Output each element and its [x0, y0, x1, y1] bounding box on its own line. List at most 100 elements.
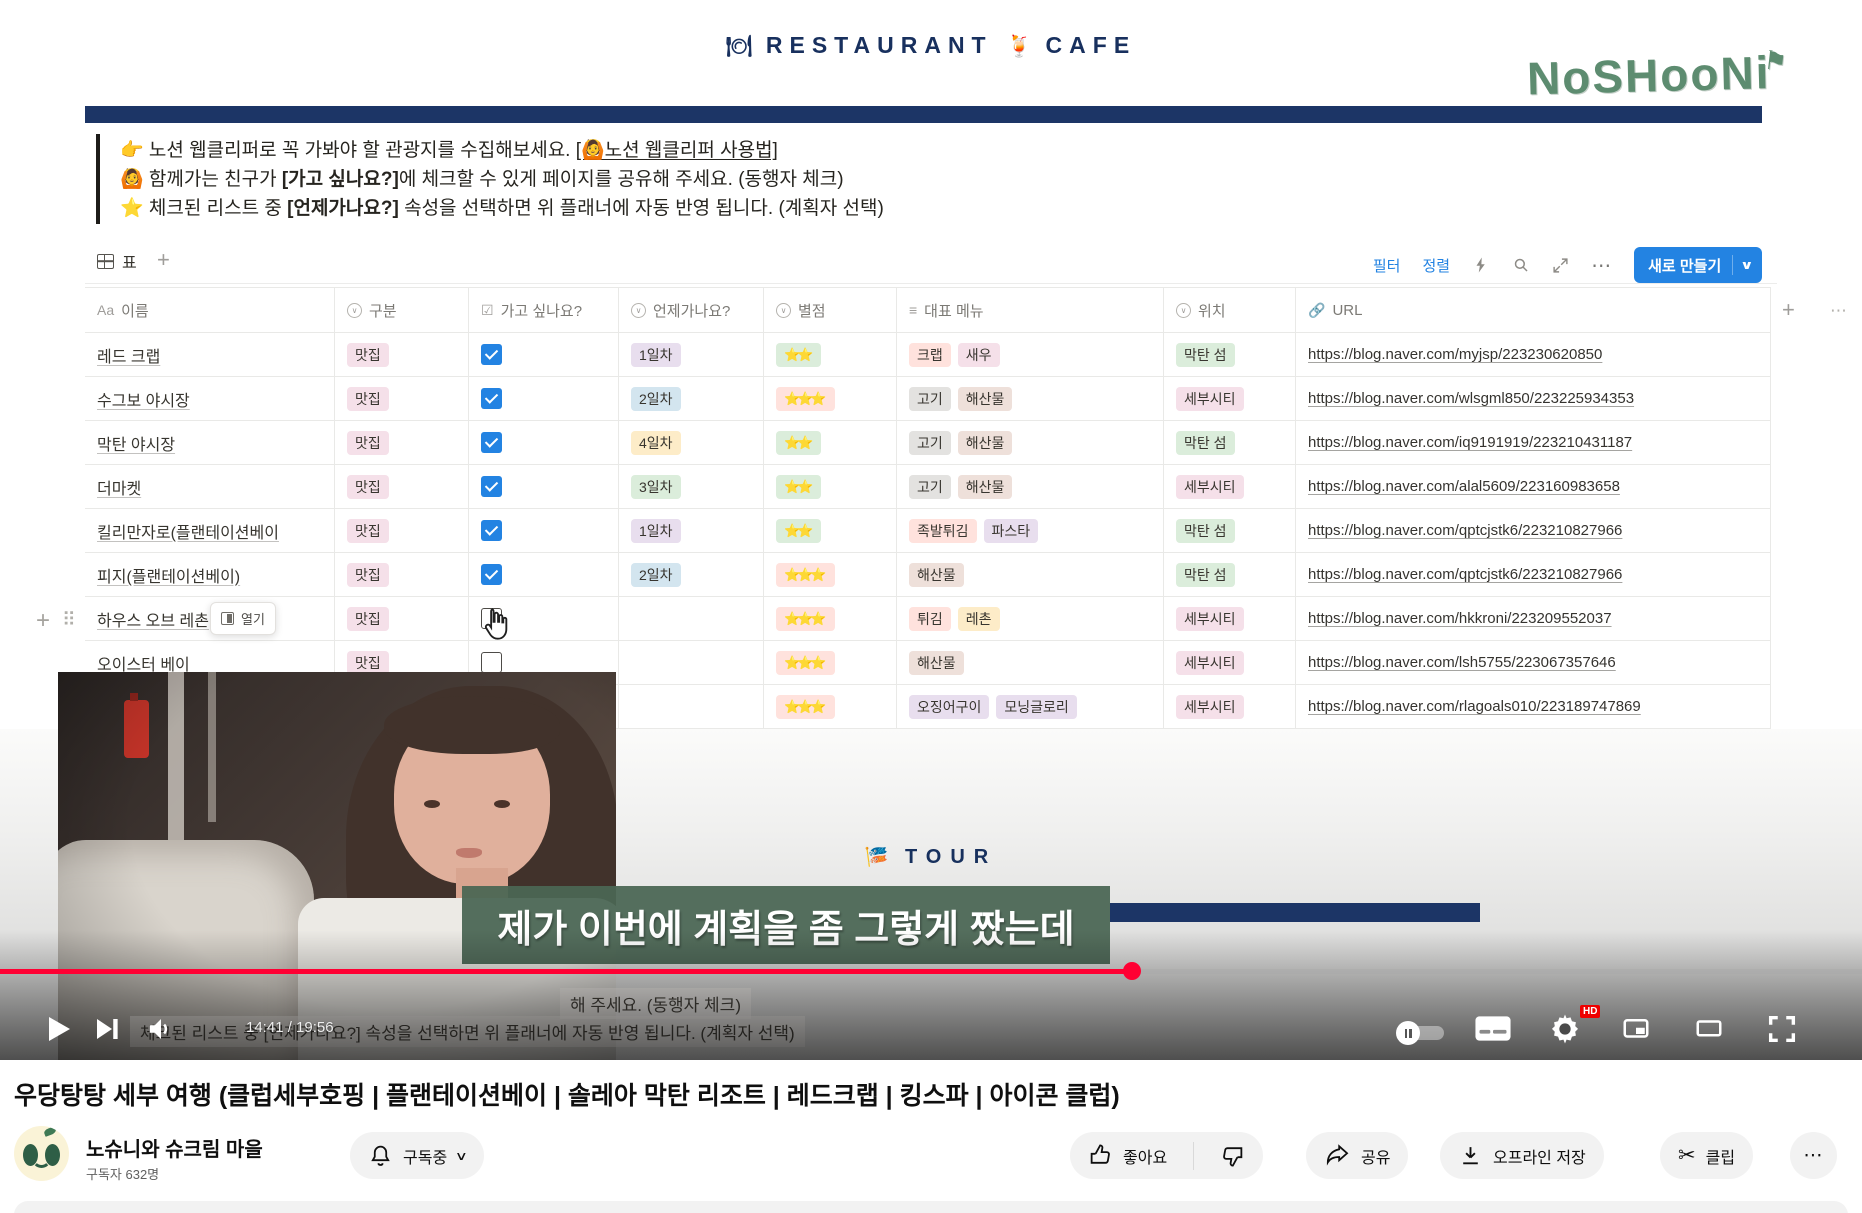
dislike-button[interactable]: [1204, 1132, 1263, 1179]
share-label: 공유: [1361, 1144, 1390, 1168]
day-tag: 2일차: [631, 563, 681, 587]
day-tag: 3일차: [631, 475, 681, 499]
row-title[interactable]: 킬리만자로(플랜테이션베이: [97, 519, 279, 543]
scissors-icon: ✂: [1678, 1143, 1696, 1168]
channel-avatar[interactable]: [14, 1126, 69, 1181]
stars-tag: ⭐⭐⭐: [776, 387, 835, 411]
row-title[interactable]: 레드 크랩: [97, 343, 160, 367]
add-column-button[interactable]: +: [1782, 297, 1795, 323]
new-page-button[interactable]: 새로 만들기 ∨: [1634, 247, 1762, 283]
search-icon[interactable]: [1512, 256, 1530, 274]
column-header-select[interactable]: ∨별점: [764, 288, 897, 332]
share-button[interactable]: 공유: [1306, 1132, 1408, 1179]
open-row-button[interactable]: 열기: [210, 602, 276, 635]
drag-handle-icon[interactable]: ⠿: [62, 609, 74, 632]
next-button[interactable]: [92, 1014, 122, 1044]
row-title[interactable]: 더마켓: [97, 475, 141, 499]
tab-table-view[interactable]: 표: [97, 249, 137, 279]
player-controls: 14:41 / 19:56 HD: [0, 1005, 1862, 1060]
url-link[interactable]: https://blog.naver.com/hkkroni/223209552…: [1308, 610, 1612, 627]
menu-tag: 튀김: [909, 607, 951, 631]
url-link[interactable]: https://blog.naver.com/rlagoals010/22318…: [1308, 698, 1641, 715]
subscribed-button[interactable]: 구독중 ∨: [350, 1132, 484, 1179]
progress-bar-played[interactable]: [0, 969, 1132, 974]
stars-tag: ⭐⭐: [776, 475, 821, 499]
want-to-go-checkbox[interactable]: [481, 652, 502, 673]
like-button[interactable]: 좋아요: [1070, 1132, 1183, 1179]
add-view-button[interactable]: +: [157, 247, 170, 273]
column-header-select[interactable]: ∨언제가나요?: [619, 288, 764, 332]
hd-quality-badge: HD: [1580, 1005, 1600, 1018]
column-header-checkbox[interactable]: ☑가고 싶나요?: [469, 288, 619, 332]
miniplayer-button[interactable]: [1618, 1014, 1654, 1044]
clip-button[interactable]: ✂ 클립: [1660, 1132, 1753, 1179]
url-link[interactable]: https://blog.naver.com/lsh5755/223067357…: [1308, 654, 1616, 671]
offline-save-button[interactable]: 오프라인 저장: [1440, 1132, 1604, 1179]
column-options-icon[interactable]: ⋯: [1830, 301, 1847, 321]
video-player[interactable]: 🍽 RESTAURANT 🍹 CAFE NoSHooNi⚑ 👉 노션 웹클리퍼로…: [0, 0, 1862, 1060]
column-header-select[interactable]: ∨구분: [335, 288, 469, 332]
chevron-down-icon[interactable]: ∨: [1740, 258, 1754, 272]
menu-tag: 해산물: [958, 387, 1013, 411]
table-row[interactable]: 하우스 오브 레촌맛집⭐⭐⭐튀김레촌세부시티https://blog.naver…: [85, 597, 1771, 641]
autoplay-toggle[interactable]: [1396, 1021, 1448, 1045]
table-row[interactable]: 막탄 야시장맛집4일차⭐⭐고기해산물막탄 섬https://blog.naver…: [85, 421, 1771, 465]
fullscreen-button[interactable]: [1762, 1012, 1802, 1046]
url-link[interactable]: https://blog.naver.com/myjsp/22323062085…: [1308, 346, 1602, 363]
table-cell: 세부시티: [1164, 377, 1296, 420]
want-to-go-checkbox[interactable]: [481, 564, 502, 585]
settings-button[interactable]: [1548, 1012, 1582, 1046]
row-title[interactable]: 피지(플랜테이션베이): [97, 563, 240, 587]
table-row[interactable]: 레드 크랩맛집1일차⭐⭐크랩새우막탄 섬https://blog.naver.c…: [85, 333, 1771, 377]
want-to-go-checkbox[interactable]: [481, 432, 502, 453]
table-row[interactable]: 피지(플랜테이션베이)맛집2일차⭐⭐⭐해산물막탄 섬https://blog.n…: [85, 553, 1771, 597]
callout-link[interactable]: [🙆노션 웹클리퍼 사용법]: [576, 140, 778, 161]
progress-bar-remaining[interactable]: [1132, 969, 1862, 974]
want-to-go-checkbox[interactable]: [481, 388, 502, 409]
column-header-text[interactable]: Aa이름: [85, 288, 335, 332]
location-tag: 세부시티: [1176, 387, 1244, 411]
lightning-icon[interactable]: [1472, 256, 1490, 274]
table-row[interactable]: 수그보 야시장맛집2일차⭐⭐⭐고기해산물세부시티https://blog.nav…: [85, 377, 1771, 421]
category-tag: 맛집: [347, 651, 389, 675]
url-link[interactable]: https://blog.naver.com/qptcjstk6/2232108…: [1308, 566, 1622, 583]
share-icon: [1324, 1142, 1351, 1169]
want-to-go-checkbox[interactable]: [481, 344, 502, 365]
expand-icon[interactable]: [1552, 257, 1569, 274]
subtitles-button[interactable]: [1474, 1015, 1512, 1042]
sort-button[interactable]: 정렬: [1422, 255, 1450, 276]
want-to-go-checkbox[interactable]: [481, 476, 502, 497]
want-to-go-checkbox[interactable]: [481, 520, 502, 541]
callout-text: 에 체크할 수 있게 페이지를 공유해 주세요. (동행자 체크): [399, 169, 844, 190]
column-header-multi[interactable]: ≡대표 메뉴: [897, 288, 1164, 332]
table-cell: 막탄 야시장: [85, 421, 335, 464]
url-link[interactable]: https://blog.naver.com/wlsgml850/2232259…: [1308, 390, 1634, 407]
play-button[interactable]: [40, 1011, 76, 1047]
row-add-icon[interactable]: +: [36, 607, 50, 635]
table-row[interactable]: 더마켓맛집3일차⭐⭐고기해산물세부시티https://blog.naver.co…: [85, 465, 1771, 509]
url-link[interactable]: https://blog.naver.com/qptcjstk6/2232108…: [1308, 522, 1622, 539]
table-row[interactable]: 킬리만자로(플랜테이션베이맛집1일차⭐⭐족발튀김파스타막탄 섬https://b…: [85, 509, 1771, 553]
more-options-icon[interactable]: ⋯: [1591, 253, 1612, 278]
progress-scrubber[interactable]: [1123, 962, 1141, 980]
table-cell: 세부시티: [1164, 641, 1296, 684]
table-body: 레드 크랩맛집1일차⭐⭐크랩새우막탄 섬https://blog.naver.c…: [85, 333, 1771, 729]
new-button-label: 새로 만들기: [1648, 255, 1721, 276]
clip-label: 클립: [1706, 1144, 1735, 1168]
url-link[interactable]: https://blog.naver.com/alal5609/22316098…: [1308, 478, 1620, 495]
url-link[interactable]: https://blog.naver.com/iq9191919/2232104…: [1308, 434, 1632, 451]
description-box[interactable]: [14, 1201, 1848, 1213]
banner-restaurant-label: RESTAURANT: [766, 32, 993, 58]
row-title[interactable]: 막탄 야시장: [97, 431, 175, 455]
table-cell: https://blog.naver.com/lsh5755/223067357…: [1296, 641, 1771, 684]
more-actions-button[interactable]: ⋯: [1790, 1132, 1837, 1179]
filter-button[interactable]: 필터: [1373, 255, 1401, 276]
row-title[interactable]: 하우스 오브 레촌: [97, 607, 209, 631]
channel-name[interactable]: 노슈니와 슈크림 마을: [86, 1133, 263, 1162]
column-header-link[interactable]: 🔗URL: [1296, 288, 1771, 332]
column-header-select[interactable]: ∨위치: [1164, 288, 1296, 332]
row-title[interactable]: 오이스터 베이: [97, 651, 190, 675]
row-title[interactable]: 수그보 야시장: [97, 387, 190, 411]
theater-mode-button[interactable]: [1690, 1014, 1728, 1044]
volume-icon[interactable]: [146, 1014, 176, 1044]
